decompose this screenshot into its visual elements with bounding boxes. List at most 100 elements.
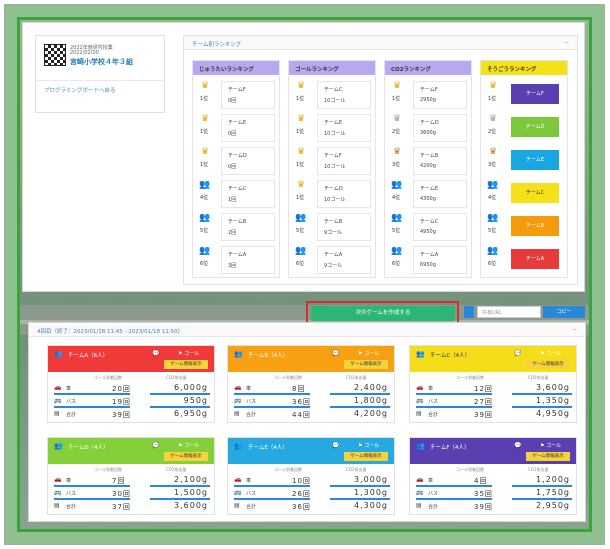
underline [330, 406, 390, 408]
ranking-row: ♛ 1位 チームF [485, 81, 565, 109]
rank-number: 1位 [296, 162, 305, 168]
goal-count: 36回 [292, 503, 311, 511]
rank-number: 1位 [200, 129, 209, 135]
collapse-icon[interactable]: − [572, 326, 577, 333]
people-icon: 👥 [199, 180, 211, 190]
people-icon: 👥 [391, 180, 403, 190]
team-color-box: チームF [511, 84, 559, 104]
team-card-header: 👥 チームE（4人） 💬 ⚑ ゴール ゲーム情報表示 [228, 438, 394, 464]
game-info-button[interactable]: ゲーム情報表示 [164, 360, 208, 369]
team-card: 👥 チームA（6人） 💬 ⚑ ゴール ゲーム情報表示 ゴール到着回数 CO2排出量 🚗 車 20回… [47, 345, 215, 423]
team-name: チームE（4人） [248, 445, 288, 451]
co2-amount: 950g [183, 396, 208, 405]
team-card-header: 👥 チームD（4人） 💬 ⚑ ゴール ゲーム情報表示 [48, 438, 214, 464]
vehicle-label: 車 [246, 386, 252, 392]
vehicle-label: 車 [428, 478, 434, 484]
team-name: チームC [420, 219, 439, 225]
total-icon: ▤ [416, 502, 422, 509]
share-url-input[interactable]: 共有URL [477, 306, 541, 318]
game-header: 4回目（終了：2023/01/18 11:45 - 2023/01/18 11:… [29, 323, 585, 337]
copy-button[interactable]: コピー [543, 306, 585, 318]
rank-number: 1位 [296, 96, 305, 102]
ranking-row: 👥 4位 チームC [485, 180, 565, 208]
chat-icon[interactable]: 💬 [152, 442, 159, 449]
vehicle-label: 車 [428, 386, 434, 392]
team-name: チームC [324, 87, 343, 93]
column-header-co2: CO2排出量 [346, 375, 367, 380]
ranking-value: 9ゴール [324, 230, 343, 236]
underline [150, 485, 210, 487]
crown-silver-icon: ♛ [488, 114, 498, 124]
chat-icon[interactable]: 💬 [332, 350, 339, 357]
vehicle-label: バス [246, 399, 257, 405]
ranking-entry: チームF 2950g [413, 81, 467, 109]
ranking-panel: チーム別ランキング − じゅうたいランキング ♛ 1位 チームF 0回 ♛ 1位 チームE 0回… [183, 35, 578, 285]
team-name: チームB [420, 153, 439, 159]
goal-flag-label: ⚑ ゴール [540, 351, 562, 357]
co2-amount: 1,300g [354, 488, 388, 497]
chat-icon[interactable]: 💬 [332, 442, 339, 449]
ranking-row: 👥 6位 チームA 6950g [389, 246, 469, 274]
ranking-row: 👥 6位 チームA 3回 [197, 246, 277, 274]
ranking-row: ♛ 1位 チームD 10ゴール [293, 180, 373, 208]
ranking-value: 3回 [228, 263, 237, 269]
team-card-body: ゴール到着回数 CO2排出量 🚗 車 20回 6,000g 🚌 バス 19回 950g ▤ 合計 39回… [48, 372, 214, 424]
team-card: 👥 チームC（4人） 💬 ⚑ ゴール ゲーム情報表示 ゴール到着回数 CO2排出量 🚗 車 12回… [409, 345, 577, 423]
rank-number: 5位 [392, 228, 401, 234]
rank-number: 5位 [488, 228, 497, 234]
rank-number: 1位 [296, 129, 305, 135]
collapse-icon[interactable]: − [564, 39, 569, 46]
game-info-button[interactable]: ゲーム情報表示 [344, 360, 388, 369]
ranking-value: 0回 [228, 131, 237, 137]
school-name: 宮崎小学校４年３組 [70, 58, 133, 66]
back-link[interactable]: プログラミングボードへ戻る [44, 86, 116, 94]
co2-amount: 1,500g [174, 488, 208, 497]
team-color-box: チームA [511, 249, 559, 269]
chat-icon[interactable]: 💬 [514, 442, 521, 449]
crown-gold-icon: ♛ [488, 81, 498, 91]
team-card-body: ゴール到着回数 CO2排出量 🚗 車 7回 2,100g 🚌 バス 30回 1,500g ▤ 合計 37… [48, 464, 214, 516]
team-card-body: ゴール到着回数 CO2排出量 🚗 車 10回 3,000g 🚌 バス 26回 1,300g ▤ 合計 3… [228, 464, 394, 516]
game-info-button[interactable]: ゲーム情報表示 [526, 452, 570, 461]
car-icon: 🚗 [54, 476, 62, 483]
ranking-value: 10ゴール [324, 197, 346, 203]
result-row: 🚗 車 10回 3,000g [234, 475, 390, 487]
crown-bronze-icon: ♛ [392, 147, 402, 157]
vehicle-label: 合計 [66, 504, 77, 510]
crown-gold-icon: ♛ [200, 114, 210, 124]
underline [512, 393, 572, 395]
game-info-button[interactable]: ゲーム情報表示 [164, 452, 208, 461]
goal-count: 39回 [474, 503, 493, 511]
ranking-column: じゅうたいランキング ♛ 1位 チームF 0回 ♛ 1位 チームE 0回 ♛ 1位 チームD 0回 👥 4位… [192, 60, 280, 278]
ranking-value: 0回 [228, 98, 237, 104]
rank-number: 3位 [392, 162, 401, 168]
team-icon: 👥 [416, 442, 425, 450]
bus-icon: 🚌 [234, 397, 242, 404]
team-name: チームB（4人） [248, 353, 289, 359]
result-row: 🚌 バス 19回 950g [54, 396, 210, 408]
co2-amount: 6,950g [174, 409, 208, 418]
team-name: チームF [228, 87, 246, 93]
game-info-button[interactable]: ゲーム情報表示 [526, 360, 570, 369]
rank-number: 3位 [488, 162, 497, 168]
chat-icon[interactable]: 💬 [152, 350, 159, 357]
game-info-button[interactable]: ゲーム情報表示 [344, 452, 388, 461]
share-icon[interactable] [464, 306, 474, 318]
team-name: チームC [228, 186, 247, 192]
column-header-goals: ゴール到着回数 [274, 467, 302, 472]
underline [512, 406, 572, 408]
vehicle-label: 合計 [428, 412, 439, 418]
ranking-row: ♛ 2位 チームD 3600g [389, 114, 469, 142]
ranking-row: 👥 6位 チームA 9ゴール [293, 246, 373, 274]
team-name: チームA（6人） [68, 353, 109, 359]
start-next-game-button[interactable]: 次のゲームを作成する [311, 306, 455, 321]
ranking-row: ♛ 2位 チームD [485, 114, 565, 142]
column-header-goals: ゴール到着回数 [456, 375, 484, 380]
chat-icon[interactable]: 💬 [514, 350, 521, 357]
co2-amount: 2,950g [536, 501, 570, 510]
result-row: 🚌 バス 26回 1,300g [234, 488, 390, 500]
ranking-row: 👥 5位 チームC 4950g [389, 213, 469, 241]
column-header-co2: CO2排出量 [166, 375, 187, 380]
rank-number: 5位 [296, 228, 305, 234]
ranking-entry: チームE 10ゴール [317, 114, 371, 142]
